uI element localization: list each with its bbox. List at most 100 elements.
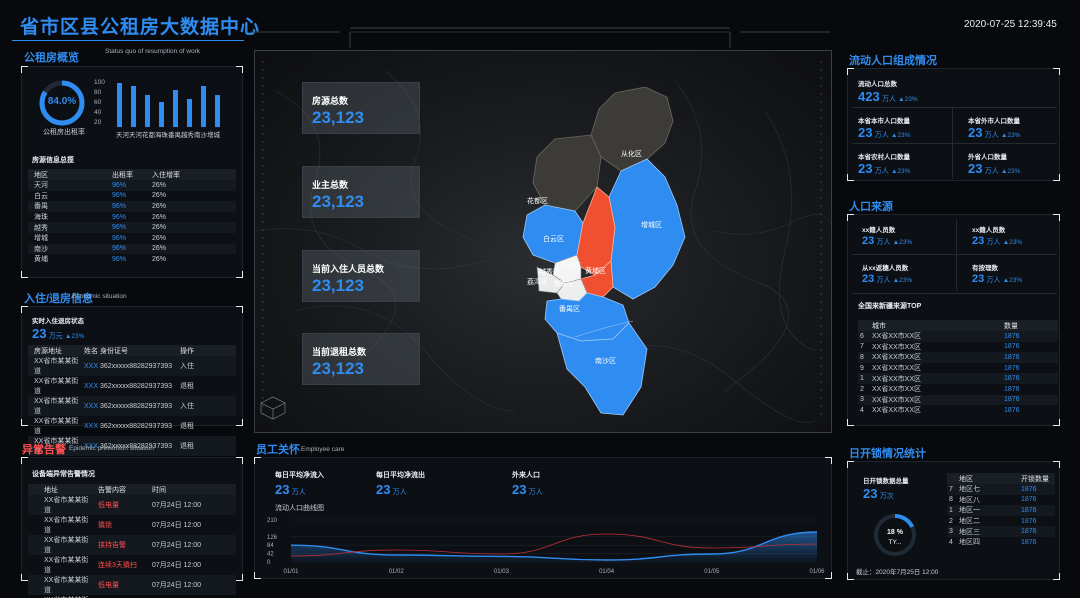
unlock-panel: 日开锁数据总量 23 万次 18 % TY... 截止：2020年7月25日 1… — [847, 461, 1060, 580]
pop-cell-3-value: 23 — [968, 161, 983, 176]
growth-cell: 26% — [152, 255, 167, 263]
alarm-address-cell: XX省市某某街道 — [28, 535, 92, 555]
source-cell-3-value: 23 — [972, 273, 985, 285]
count-cell: 1876 — [1004, 343, 1020, 351]
y-tick-label: 0 — [267, 560, 271, 566]
count-cell: 1876 — [998, 352, 1058, 363]
table-row: 南沙 96% 26% — [28, 243, 236, 255]
alarm-content-cell: 低电量 — [92, 575, 146, 595]
city-cell: XX省XX市XX区 — [872, 365, 922, 373]
address-cell: XX省市某某街道 — [28, 396, 82, 416]
checkin-trend: ▲23% — [64, 333, 85, 340]
pop-cell-0-value: 23 — [858, 125, 873, 140]
alarm-address-cell: XX省市某某街道 — [44, 557, 89, 574]
growth-cell: 26% — [146, 180, 236, 191]
page-title: 省市区县公租房大数据中心 — [20, 17, 261, 38]
overview-panel: 84.0% 公租房出租率 100 80 60 40 20 天河天河花都海珠番禺越秀南沙增… — [21, 66, 243, 278]
stat-box-checkouts: 当前退租总数 23,123 — [302, 333, 420, 385]
pop-cell-1-label: 本省外市人口数量 — [968, 118, 1020, 125]
region-cell: 越秀 — [28, 222, 106, 233]
alarm-title: 异常告警 — [22, 444, 66, 456]
name-cell: XXX — [82, 356, 99, 376]
source-cell-2-label: 从xx返穗人员数 — [862, 265, 909, 272]
stat-box-houses: 房源总数 23,123 — [302, 82, 420, 134]
alarm-address-cell: XX省市某某街道 — [44, 517, 89, 534]
col-unlock-count: 开锁数量 — [1015, 473, 1055, 484]
stat-owners-label: 业主总数 — [312, 180, 349, 190]
table-row: XX省市某某街道 XXX 362xxxxx88282937393 入住 — [28, 396, 236, 416]
source-cell-2-trend: ▲23% — [892, 277, 913, 284]
stat-box-residents: 当前入住人员总数 23,123 — [302, 250, 420, 302]
population-total-unit: 万人 — [881, 96, 896, 103]
rank-cell: 6 — [858, 331, 870, 342]
unlock-region-cell: 地区三 — [957, 526, 1015, 537]
op-cell: 退租 — [174, 436, 236, 456]
table-row: 番禺 96% 26% — [28, 201, 236, 212]
map-label-haizhu: 海珠区 — [553, 281, 574, 288]
pop-cell-0-label: 本省本市人口数量 — [858, 118, 910, 125]
id-cell: 362xxxxx88282937393 — [100, 422, 173, 430]
rent-rate-cell: 96% — [112, 213, 127, 221]
city-cell: XX省XX市XX区 — [872, 386, 922, 394]
city-cell: XX省XX市XX区 — [870, 373, 998, 384]
alarm-address-cell: XX省市某某街道 — [28, 495, 92, 515]
stat-box-owners: 业主总数 23,123 — [302, 166, 420, 218]
city-cell: XX省XX市XX区 — [870, 352, 998, 363]
table-row: XX省市某某街道 连续3天撬扫 07月24日 12:00 — [28, 555, 236, 575]
rank-cell: 3 — [947, 526, 957, 537]
metric-inflow-label: 每日平均净流入 — [275, 472, 324, 479]
x-tick-label: 01/03 — [494, 569, 510, 575]
mini-y-tick: 80 — [94, 89, 102, 96]
map-label-tianhe: 天河区 — [560, 263, 581, 270]
alarm-content-cell: 撬锁 — [98, 522, 112, 529]
alarm-content-cell: 连续3天撬扫 — [98, 562, 137, 569]
table-row: 1 地区一 1876 — [947, 505, 1055, 516]
rent-rate-cell: 96% — [112, 192, 127, 200]
table-row: 7 XX省XX市XX区 1876 — [858, 342, 1058, 353]
count-cell: 1876 — [998, 331, 1058, 342]
col-growth: 入住增率 — [146, 169, 236, 180]
stat-checkouts-value: 23,123 — [312, 359, 364, 378]
op-cell: 入住 — [174, 396, 236, 416]
house-info-table: 地区 出租率 入住增率 天河 96% 26% 白云 96% 26% 番禺 96% 26% 海珠 96… — [28, 169, 236, 265]
source-panel: xx籍人员数 23 万人 ▲23% xx籍人员数 23 万人 ▲23% 从xx返… — [847, 214, 1060, 426]
map-label-huangpu: 黄埔区 — [585, 268, 606, 275]
table-row: 2 地区二 1876 — [947, 516, 1055, 527]
map-label-huadu: 花都区 — [527, 198, 548, 205]
unlock-region-cell: 地区二 — [959, 518, 980, 526]
address-cell: XX省市某某街道 — [34, 418, 79, 435]
source-top-title: 全国来新疆来源TOP — [858, 303, 922, 310]
unlock-title: 日开锁情况统计 — [849, 448, 926, 460]
rent-rate-cell: 96% — [106, 201, 146, 212]
unlock-count-cell: 1876 — [1021, 517, 1037, 525]
rent-rate-cell: 96% — [106, 180, 146, 191]
mini-y-tick: 40 — [94, 109, 102, 116]
col-alarm-address: 地址 — [28, 484, 92, 495]
address-cell: XX省市某某街道 — [34, 378, 79, 395]
table-row: 2 XX省XX市XX区 1876 — [858, 384, 1058, 395]
stat-residents-value: 23,123 — [312, 276, 364, 295]
count-cell: 1876 — [998, 373, 1058, 384]
source-title: 人口来源 — [849, 201, 893, 213]
source-cell-3-trend: ▲23% — [1002, 277, 1023, 284]
guangzhou-district-map — [522, 87, 686, 416]
region-cell: 天河 — [28, 180, 106, 191]
region-cell: 增城 — [34, 235, 48, 243]
pop-cell-1-value: 23 — [968, 125, 983, 140]
growth-cell: 26% — [152, 234, 167, 242]
stat-residents-label: 当前入住人员总数 — [312, 264, 385, 274]
source-cell-2-value: 23 — [862, 273, 875, 285]
table-row: 3 XX省XX市XX区 1876 — [858, 394, 1058, 406]
table-row: 1 XX省XX市XX区 1876 — [858, 373, 1058, 384]
col-op: 操作 — [174, 345, 236, 356]
col-region: 地区 — [28, 169, 106, 180]
x-tick-label: 01/01 — [283, 569, 299, 575]
table-row: 8 XX省XX市XX区 1876 — [858, 352, 1058, 363]
col-address: 房源地址 — [28, 345, 82, 356]
alarm-content-cell: 低电量 — [92, 495, 146, 515]
y-tick-label: 42 — [267, 552, 274, 558]
unlock-count-cell: 1876 — [1015, 484, 1055, 495]
header-underline — [12, 40, 244, 41]
stat-houses-label: 房源总数 — [312, 96, 349, 106]
rank-cell: 7 — [947, 484, 957, 495]
